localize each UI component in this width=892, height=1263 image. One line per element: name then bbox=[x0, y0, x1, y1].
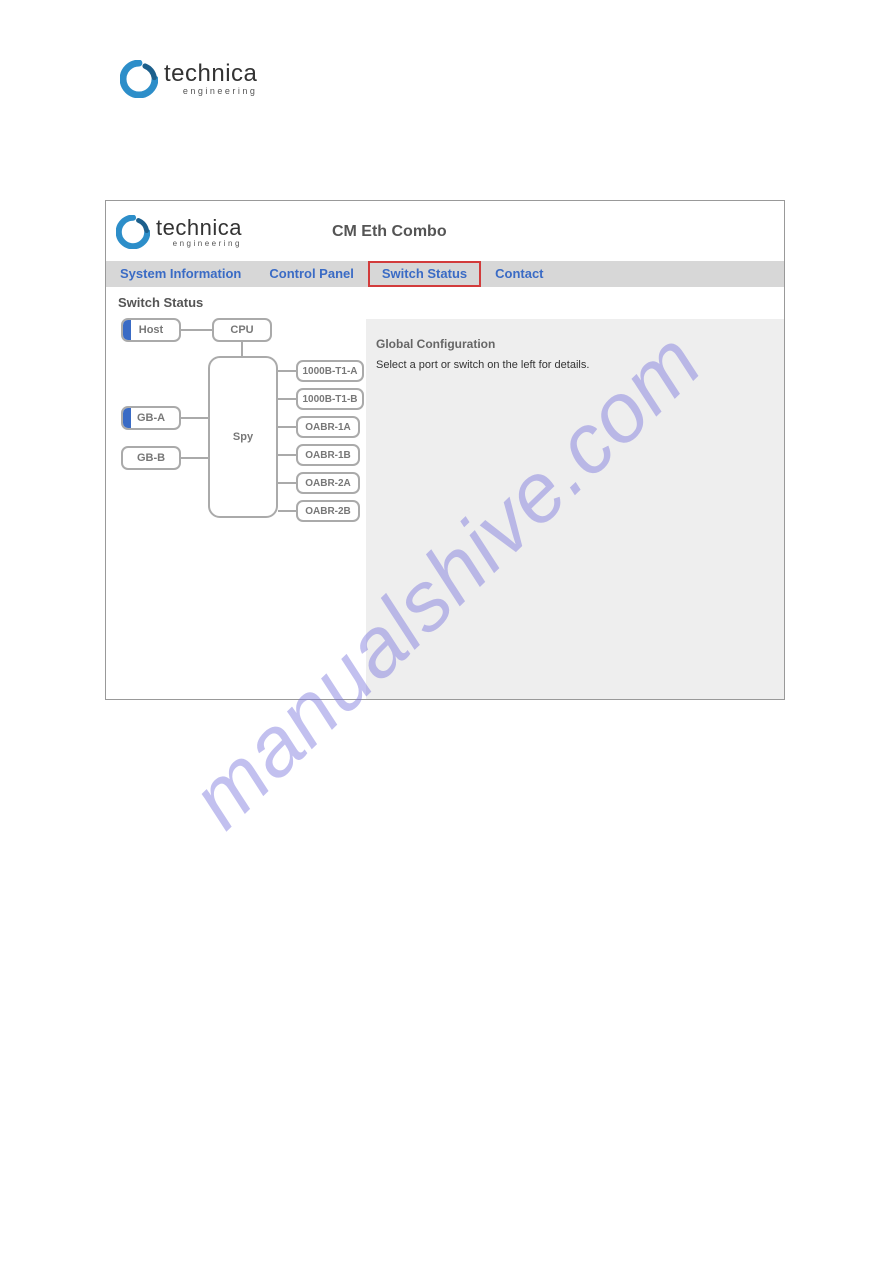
node-oabr-2b[interactable]: OABR-2B bbox=[296, 500, 360, 522]
app-logo-brand-text: technica bbox=[156, 217, 242, 239]
details-title: Global Configuration bbox=[376, 337, 774, 351]
page-brand-logo: technica engineering bbox=[120, 60, 257, 98]
switch-diagram: Host CPU Spy GB-A GB-B 1000B-T1-A bbox=[116, 318, 366, 528]
node-oabr-1b[interactable]: OABR-1B bbox=[296, 444, 360, 466]
logo-brand-text: technica bbox=[164, 62, 257, 86]
node-gb-a[interactable]: GB-A bbox=[121, 406, 181, 430]
logo-mark-icon bbox=[120, 60, 158, 98]
wire-spy-po2b bbox=[278, 510, 296, 512]
tab-switch-status[interactable]: Switch Status bbox=[368, 261, 481, 287]
wire-spy-pt1b bbox=[278, 398, 296, 400]
node-label: OABR-1B bbox=[305, 450, 351, 461]
node-1000b-t1-b[interactable]: 1000B-T1-B bbox=[296, 388, 364, 410]
wire-spy-po2a bbox=[278, 482, 296, 484]
tab-bar: System Information Control Panel Switch … bbox=[106, 261, 784, 287]
content-row: Switch Status Host CPU bbox=[106, 287, 784, 699]
wire-spy-po1b bbox=[278, 454, 296, 456]
node-label: 1000B-T1-A bbox=[302, 366, 357, 377]
node-label: GB-B bbox=[137, 452, 165, 464]
wire-host-cpu bbox=[181, 329, 212, 331]
wire-cpu-spy bbox=[241, 342, 243, 356]
details-pane: Global Configuration Select a port or sw… bbox=[366, 319, 784, 699]
app-brand-logo: technica engineering bbox=[116, 215, 242, 249]
node-label: Host bbox=[139, 324, 163, 336]
node-gb-b[interactable]: GB-B bbox=[121, 446, 181, 470]
app-title: CM Eth Combo bbox=[332, 223, 447, 241]
node-label: 1000B-T1-B bbox=[302, 394, 357, 405]
switch-diagram-pane: Switch Status Host CPU bbox=[106, 287, 366, 699]
right-pane-wrap: Global Configuration Select a port or sw… bbox=[366, 287, 784, 699]
wire-gba-spy bbox=[181, 417, 208, 419]
app-window: technica engineering CM Eth Combo System… bbox=[105, 200, 785, 700]
app-logo-tagline-text: engineering bbox=[156, 240, 242, 248]
status-bar-icon bbox=[123, 320, 131, 340]
node-label: Spy bbox=[233, 431, 253, 443]
node-oabr-1a[interactable]: OABR-1A bbox=[296, 416, 360, 438]
app-header: technica engineering CM Eth Combo bbox=[106, 201, 784, 261]
status-bar-icon bbox=[123, 408, 131, 428]
tab-contact[interactable]: Contact bbox=[481, 261, 557, 287]
node-label: GB-A bbox=[137, 412, 165, 424]
node-label: OABR-2B bbox=[305, 506, 351, 517]
node-label: OABR-1A bbox=[305, 422, 351, 433]
node-oabr-2a[interactable]: OABR-2A bbox=[296, 472, 360, 494]
left-pane-title: Switch Status bbox=[116, 295, 362, 310]
details-message: Select a port or switch on the left for … bbox=[376, 359, 774, 371]
tab-system-information[interactable]: System Information bbox=[106, 261, 255, 287]
node-label: CPU bbox=[230, 324, 253, 336]
wire-gbb-spy bbox=[181, 457, 208, 459]
node-cpu[interactable]: CPU bbox=[212, 318, 272, 342]
node-label: OABR-2A bbox=[305, 478, 351, 489]
wire-spy-po1a bbox=[278, 426, 296, 428]
tab-control-panel[interactable]: Control Panel bbox=[255, 261, 368, 287]
wire-spy-pt1a bbox=[278, 370, 296, 372]
node-1000b-t1-a[interactable]: 1000B-T1-A bbox=[296, 360, 364, 382]
logo-mark-icon bbox=[116, 215, 150, 249]
node-host[interactable]: Host bbox=[121, 318, 181, 342]
logo-tagline-text: engineering bbox=[164, 87, 257, 96]
node-spy[interactable]: Spy bbox=[208, 356, 278, 518]
